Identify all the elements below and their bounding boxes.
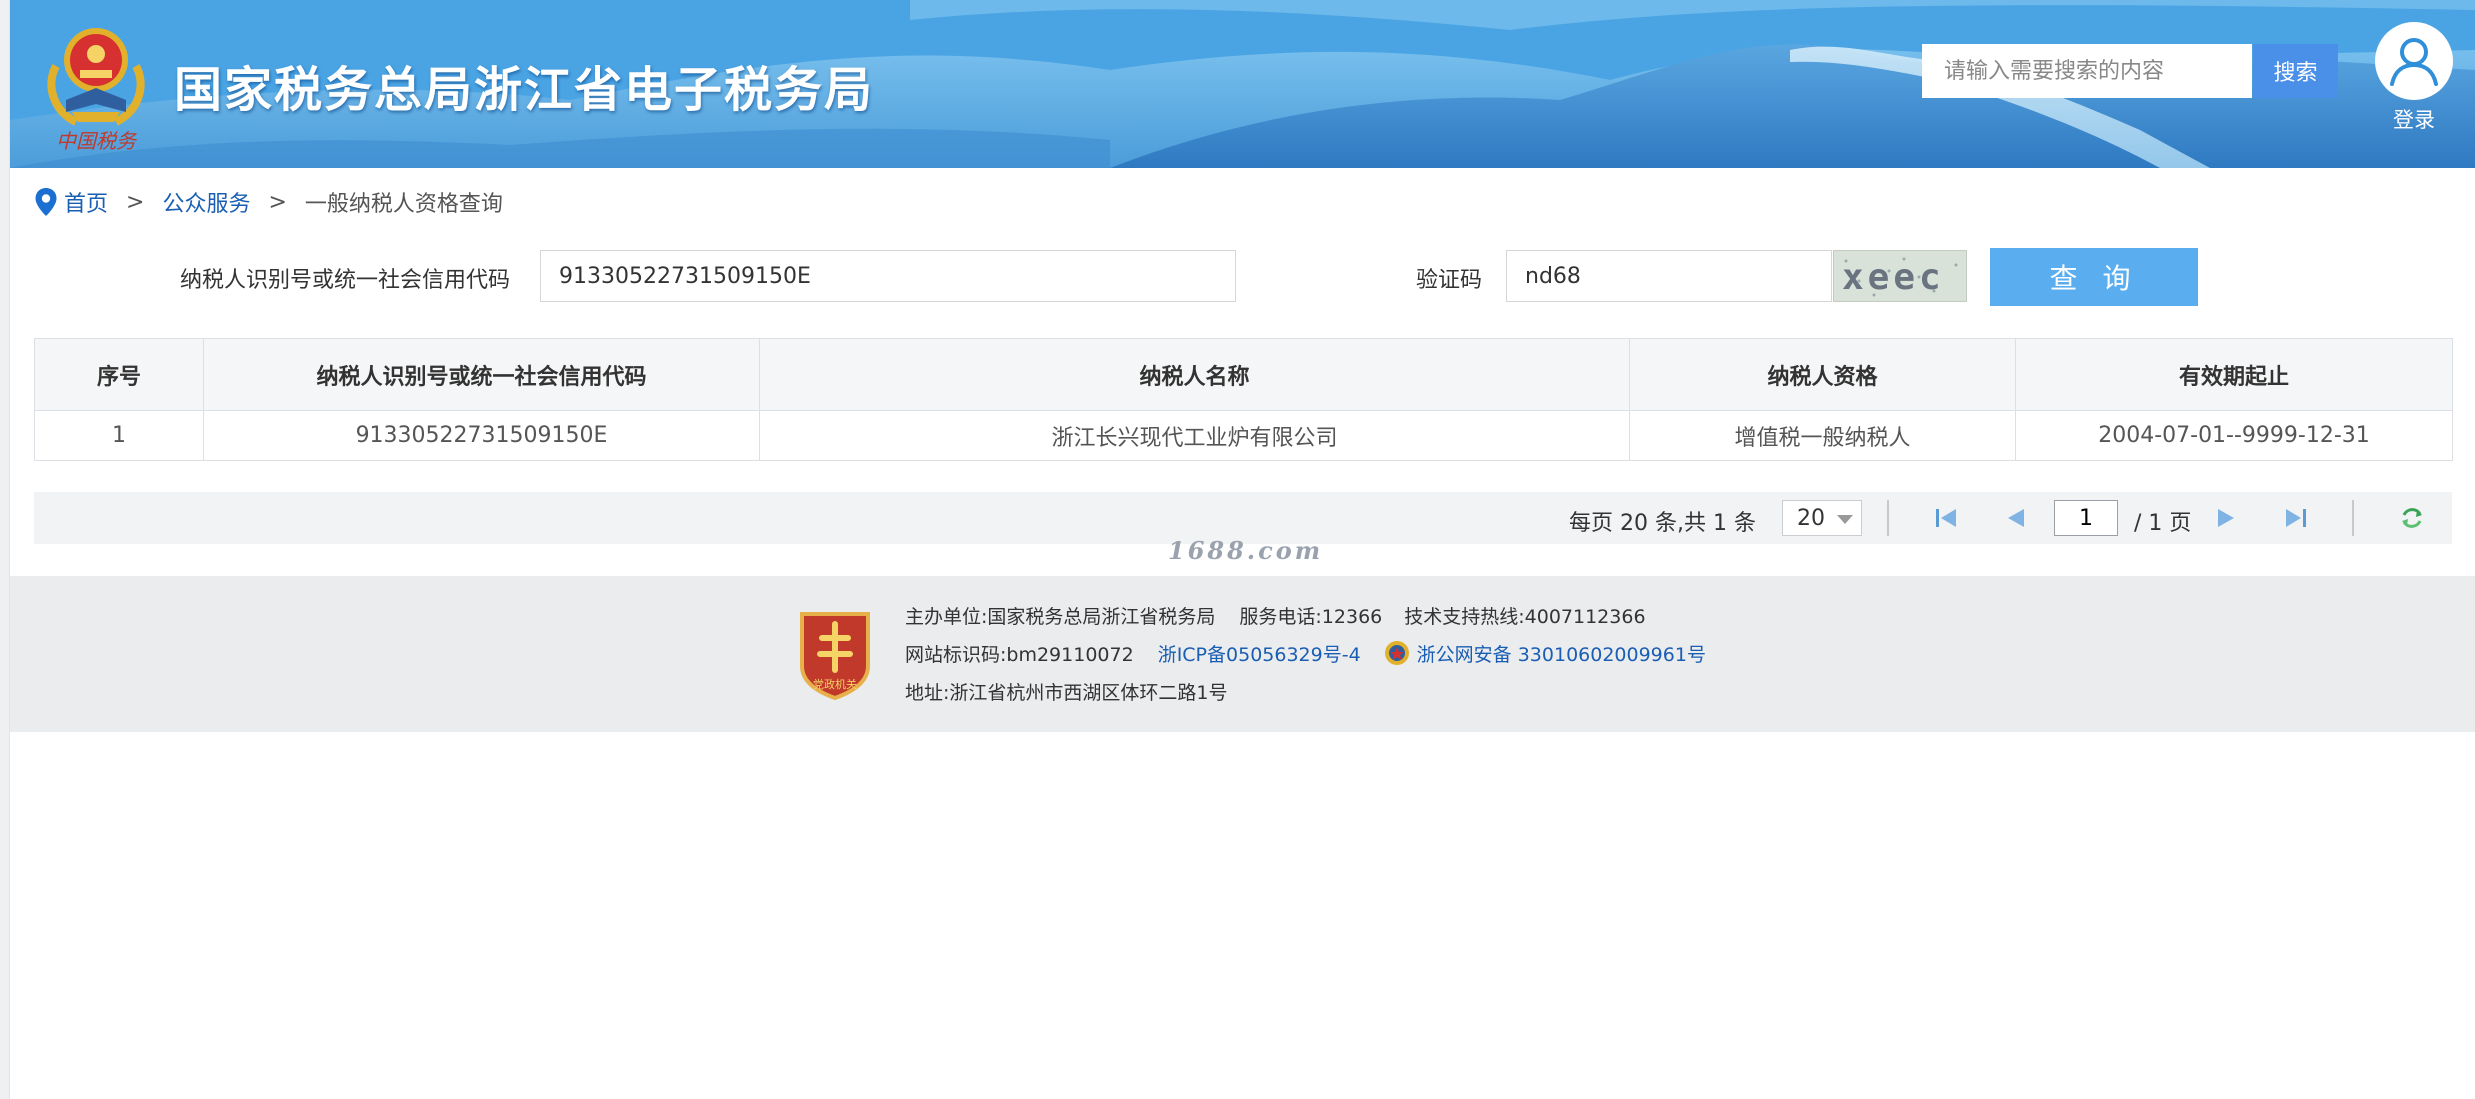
government-badge-icon[interactable]: 党政机关 [796, 608, 874, 700]
query-button[interactable]: 查 询 [1990, 248, 2198, 306]
pagination-summary: 每页 20 条,共 1 条 [1569, 511, 1756, 536]
site-title: 国家税务总局浙江省电子税务局 [174, 62, 875, 118]
footer-address: 地址:浙江省杭州市西湖区体环二路1号 [905, 682, 1228, 704]
table-row: 1 91330522731509150E 浙江长兴现代工业炉有限公司 增值税一般… [34, 410, 2453, 461]
header-banner: 中国税务 国家税务总局浙江省电子税务局 搜索 登录 [10, 0, 2475, 168]
police-badge-icon [1384, 641, 1409, 665]
search-input[interactable] [1922, 44, 2252, 98]
chevron-down-icon [1837, 515, 1853, 524]
column-header-name: 纳税人名称 [759, 338, 1630, 411]
captcha-text: xeec [1842, 257, 1945, 298]
breadcrumb-public-service-link[interactable]: 公众服务 [162, 186, 250, 218]
footer-line-2: 网站标识码:bm29110072 浙ICP备05056329号-4 浙公网安备 … [905, 639, 1706, 667]
cell-qualification: 增值税一般纳税人 [1629, 410, 2016, 461]
cell-tin: 91330522731509150E [203, 410, 760, 461]
total-pages: / 1 页 [2134, 511, 2192, 536]
footer-support: 技术支持热线:4007112366 [1404, 606, 1646, 628]
footer-hotline: 服务电话:12366 [1239, 606, 1383, 628]
cell-validity: 2004-07-01--9999-12-31 [2015, 410, 2453, 461]
prev-page-icon[interactable] [2002, 504, 2030, 532]
footer: 党政机关 主办单位:国家税务总局浙江省税务局 服务电话:12366 技术支持热线… [10, 576, 2475, 732]
footer-line-3: 地址:浙江省杭州市西湖区体环二路1号 [905, 678, 1228, 705]
column-header-index: 序号 [34, 338, 204, 411]
captcha-image[interactable]: xeec [1833, 250, 1967, 302]
emblem-calligraphy: 中国税务 [56, 129, 138, 153]
captcha-input[interactable] [1506, 250, 1832, 302]
user-avatar-icon [2375, 22, 2453, 100]
last-page-icon[interactable] [2282, 504, 2310, 532]
pager-divider [1887, 500, 1889, 536]
tax-emblem-icon: 中国税务 [47, 28, 145, 153]
column-header-qualification: 纳税人资格 [1629, 338, 2016, 411]
next-page-icon[interactable] [2212, 504, 2240, 532]
breadcrumb-separator: > [268, 189, 287, 215]
current-page-input[interactable] [2054, 500, 2118, 536]
refresh-icon[interactable] [2398, 504, 2426, 532]
footer-line-1: 主办单位:国家税务总局浙江省税务局 服务电话:12366 技术支持热线:4007… [905, 602, 1646, 629]
first-page-icon[interactable] [1932, 504, 1960, 532]
tin-input[interactable] [540, 250, 1236, 302]
tin-label: 纳税人识别号或统一社会信用代码 [180, 268, 511, 293]
table-header-row: 序号 纳税人识别号或统一社会信用代码 纳税人名称 纳税人资格 有效期起止 [34, 338, 2453, 411]
badge-label: 党政机关 [813, 677, 857, 691]
watermark-text: 1688.com [1168, 536, 1324, 565]
pager-divider [2352, 500, 2354, 536]
login-label: 登录 [2393, 108, 2435, 132]
footer-sponsor: 主办单位:国家税务总局浙江省税务局 [905, 606, 1216, 628]
breadcrumb: 首页 > 公众服务 > 一般纳税人资格查询 [34, 184, 503, 220]
page-size-value: 20 [1797, 505, 1825, 531]
result-table: 序号 纳税人识别号或统一社会信用代码 纳税人名称 纳税人资格 有效期起止 1 9… [34, 338, 2453, 461]
icp-link[interactable]: 浙ICP备05056329号-4 [1158, 640, 1361, 667]
location-pin-icon [35, 188, 57, 216]
police-record-link[interactable]: 浙公网安备 33010602009961号 [1417, 640, 1706, 667]
cell-name: 浙江长兴现代工业炉有限公司 [759, 410, 1630, 461]
search-button[interactable]: 搜索 [2253, 44, 2338, 98]
column-header-tin: 纳税人识别号或统一社会信用代码 [203, 338, 760, 411]
cell-index: 1 [34, 410, 204, 461]
page: 中国税务 国家税务总局浙江省电子税务局 搜索 登录 首页 > 公众服务 > 一般… [0, 0, 2475, 1099]
login-button[interactable]: 登录 [2366, 22, 2462, 142]
breadcrumb-current: 一般纳税人资格查询 [304, 192, 503, 217]
page-size-select[interactable]: 20 [1782, 500, 1862, 536]
left-edge-strip [0, 0, 10, 1099]
captcha-label: 验证码 [1416, 268, 1483, 293]
breadcrumb-separator: > [126, 189, 145, 215]
footer-site-id: 网站标识码:bm29110072 [905, 643, 1134, 666]
breadcrumb-home-link[interactable]: 首页 [64, 186, 108, 218]
column-header-validity: 有效期起止 [2015, 338, 2453, 411]
